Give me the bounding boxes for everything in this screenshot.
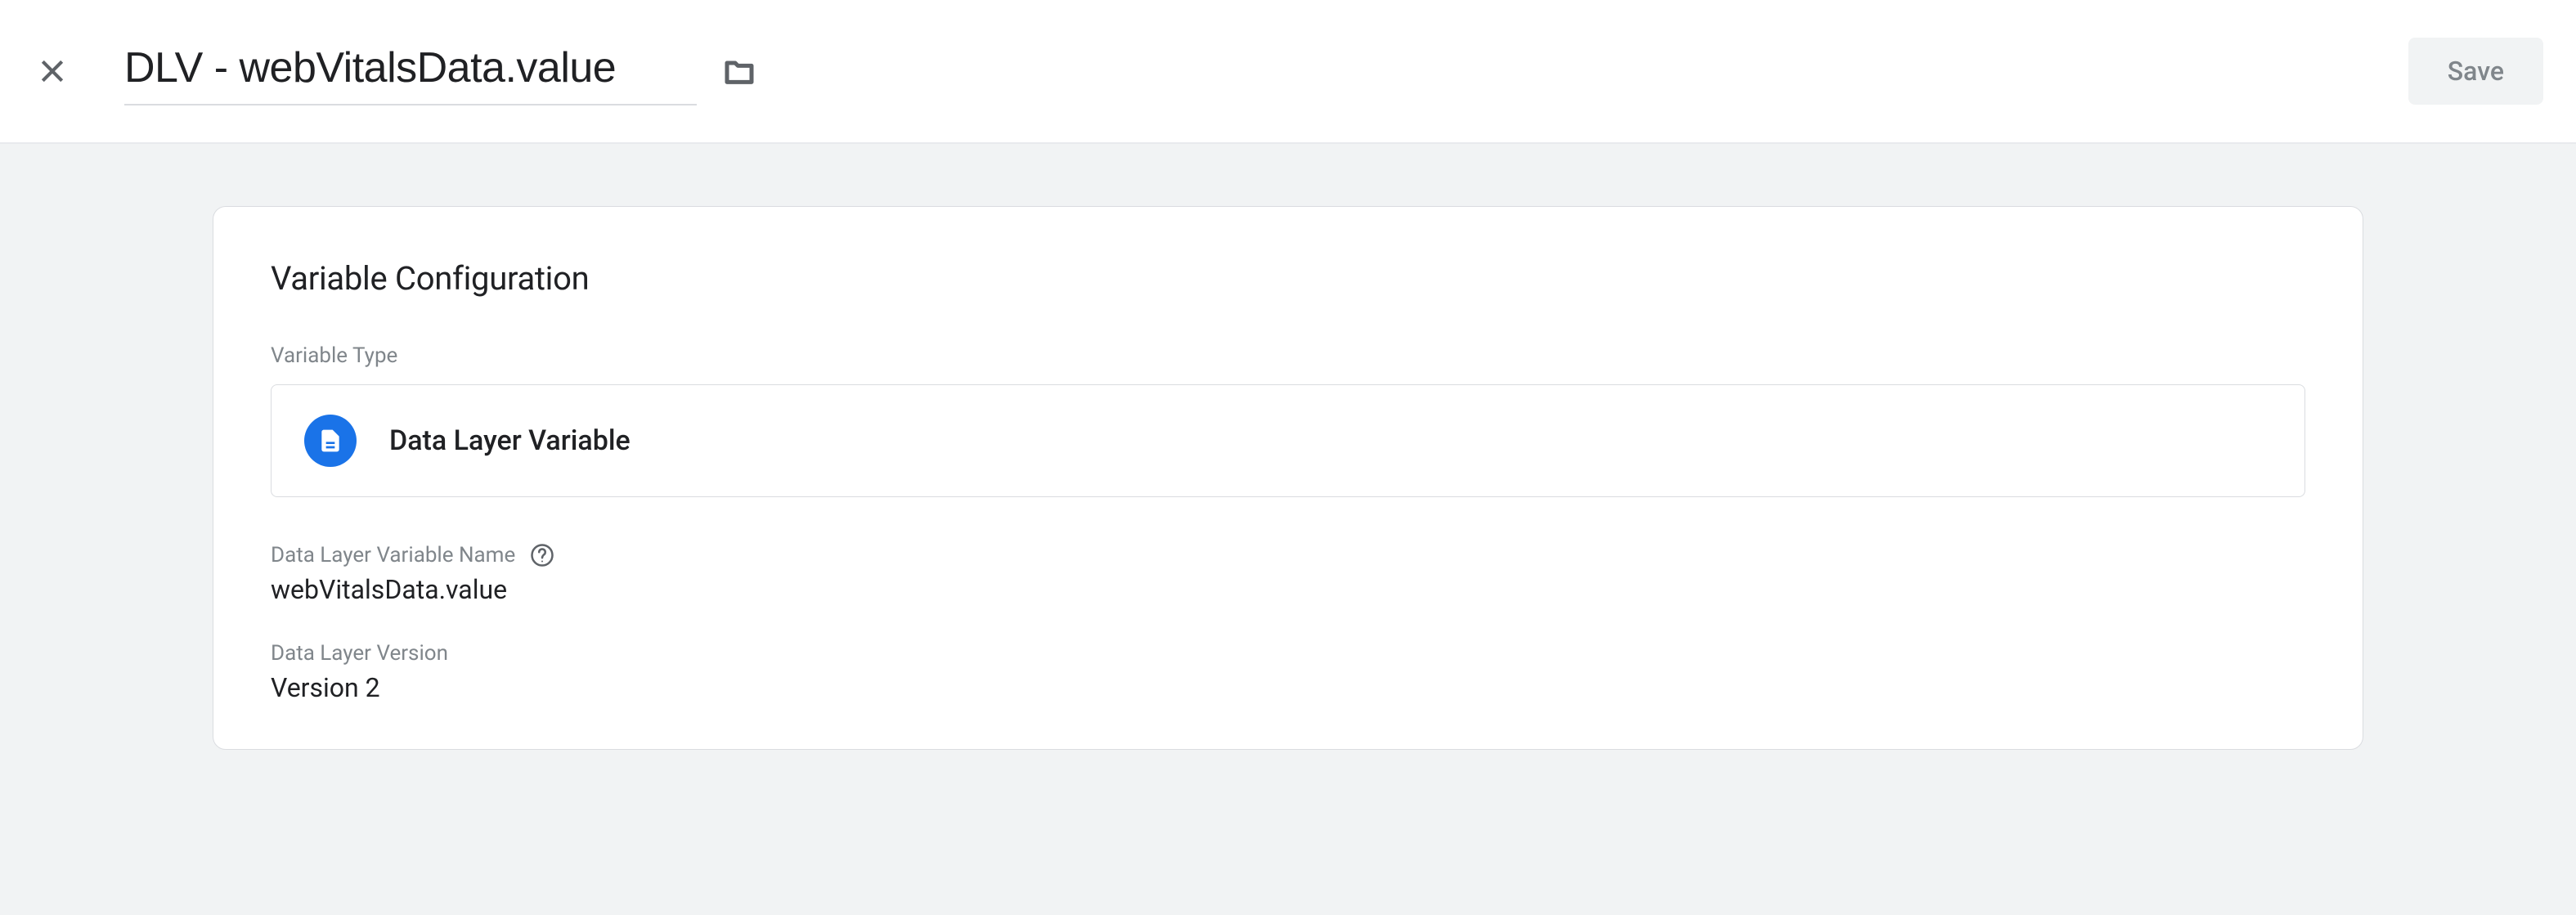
data-layer-variable-icon [304,415,357,467]
dlv-version-value: Version 2 [271,672,2305,703]
dlv-version-field: Data Layer Version Version 2 [271,641,2305,703]
close-button[interactable] [33,52,72,91]
variable-type-selector[interactable]: Data Layer Variable [271,384,2305,497]
save-button[interactable]: Save [2408,38,2543,105]
close-icon [36,55,69,87]
dlv-name-field: Data Layer Variable Name webVitalsData.v… [271,543,2305,605]
variable-type-name: Data Layer Variable [389,424,631,457]
dialog-header: Save [0,0,2576,144]
variable-type-label: Variable Type [271,343,2305,368]
dlv-name-label: Data Layer Variable Name [271,543,515,567]
folder-icon [721,55,757,87]
title-container [124,37,757,105]
variable-configuration-card: Variable Configuration Variable Type Dat… [213,206,2363,750]
card-title: Variable Configuration [271,259,2305,298]
dlv-name-value: webVitalsData.value [271,574,2305,605]
dlv-version-label: Data Layer Version [271,641,448,666]
variable-name-input[interactable] [124,37,697,105]
dlv-name-help-button[interactable] [530,543,554,567]
content-area: Variable Configuration Variable Type Dat… [0,144,2576,915]
folder-button[interactable] [721,53,757,89]
help-icon [530,543,554,567]
